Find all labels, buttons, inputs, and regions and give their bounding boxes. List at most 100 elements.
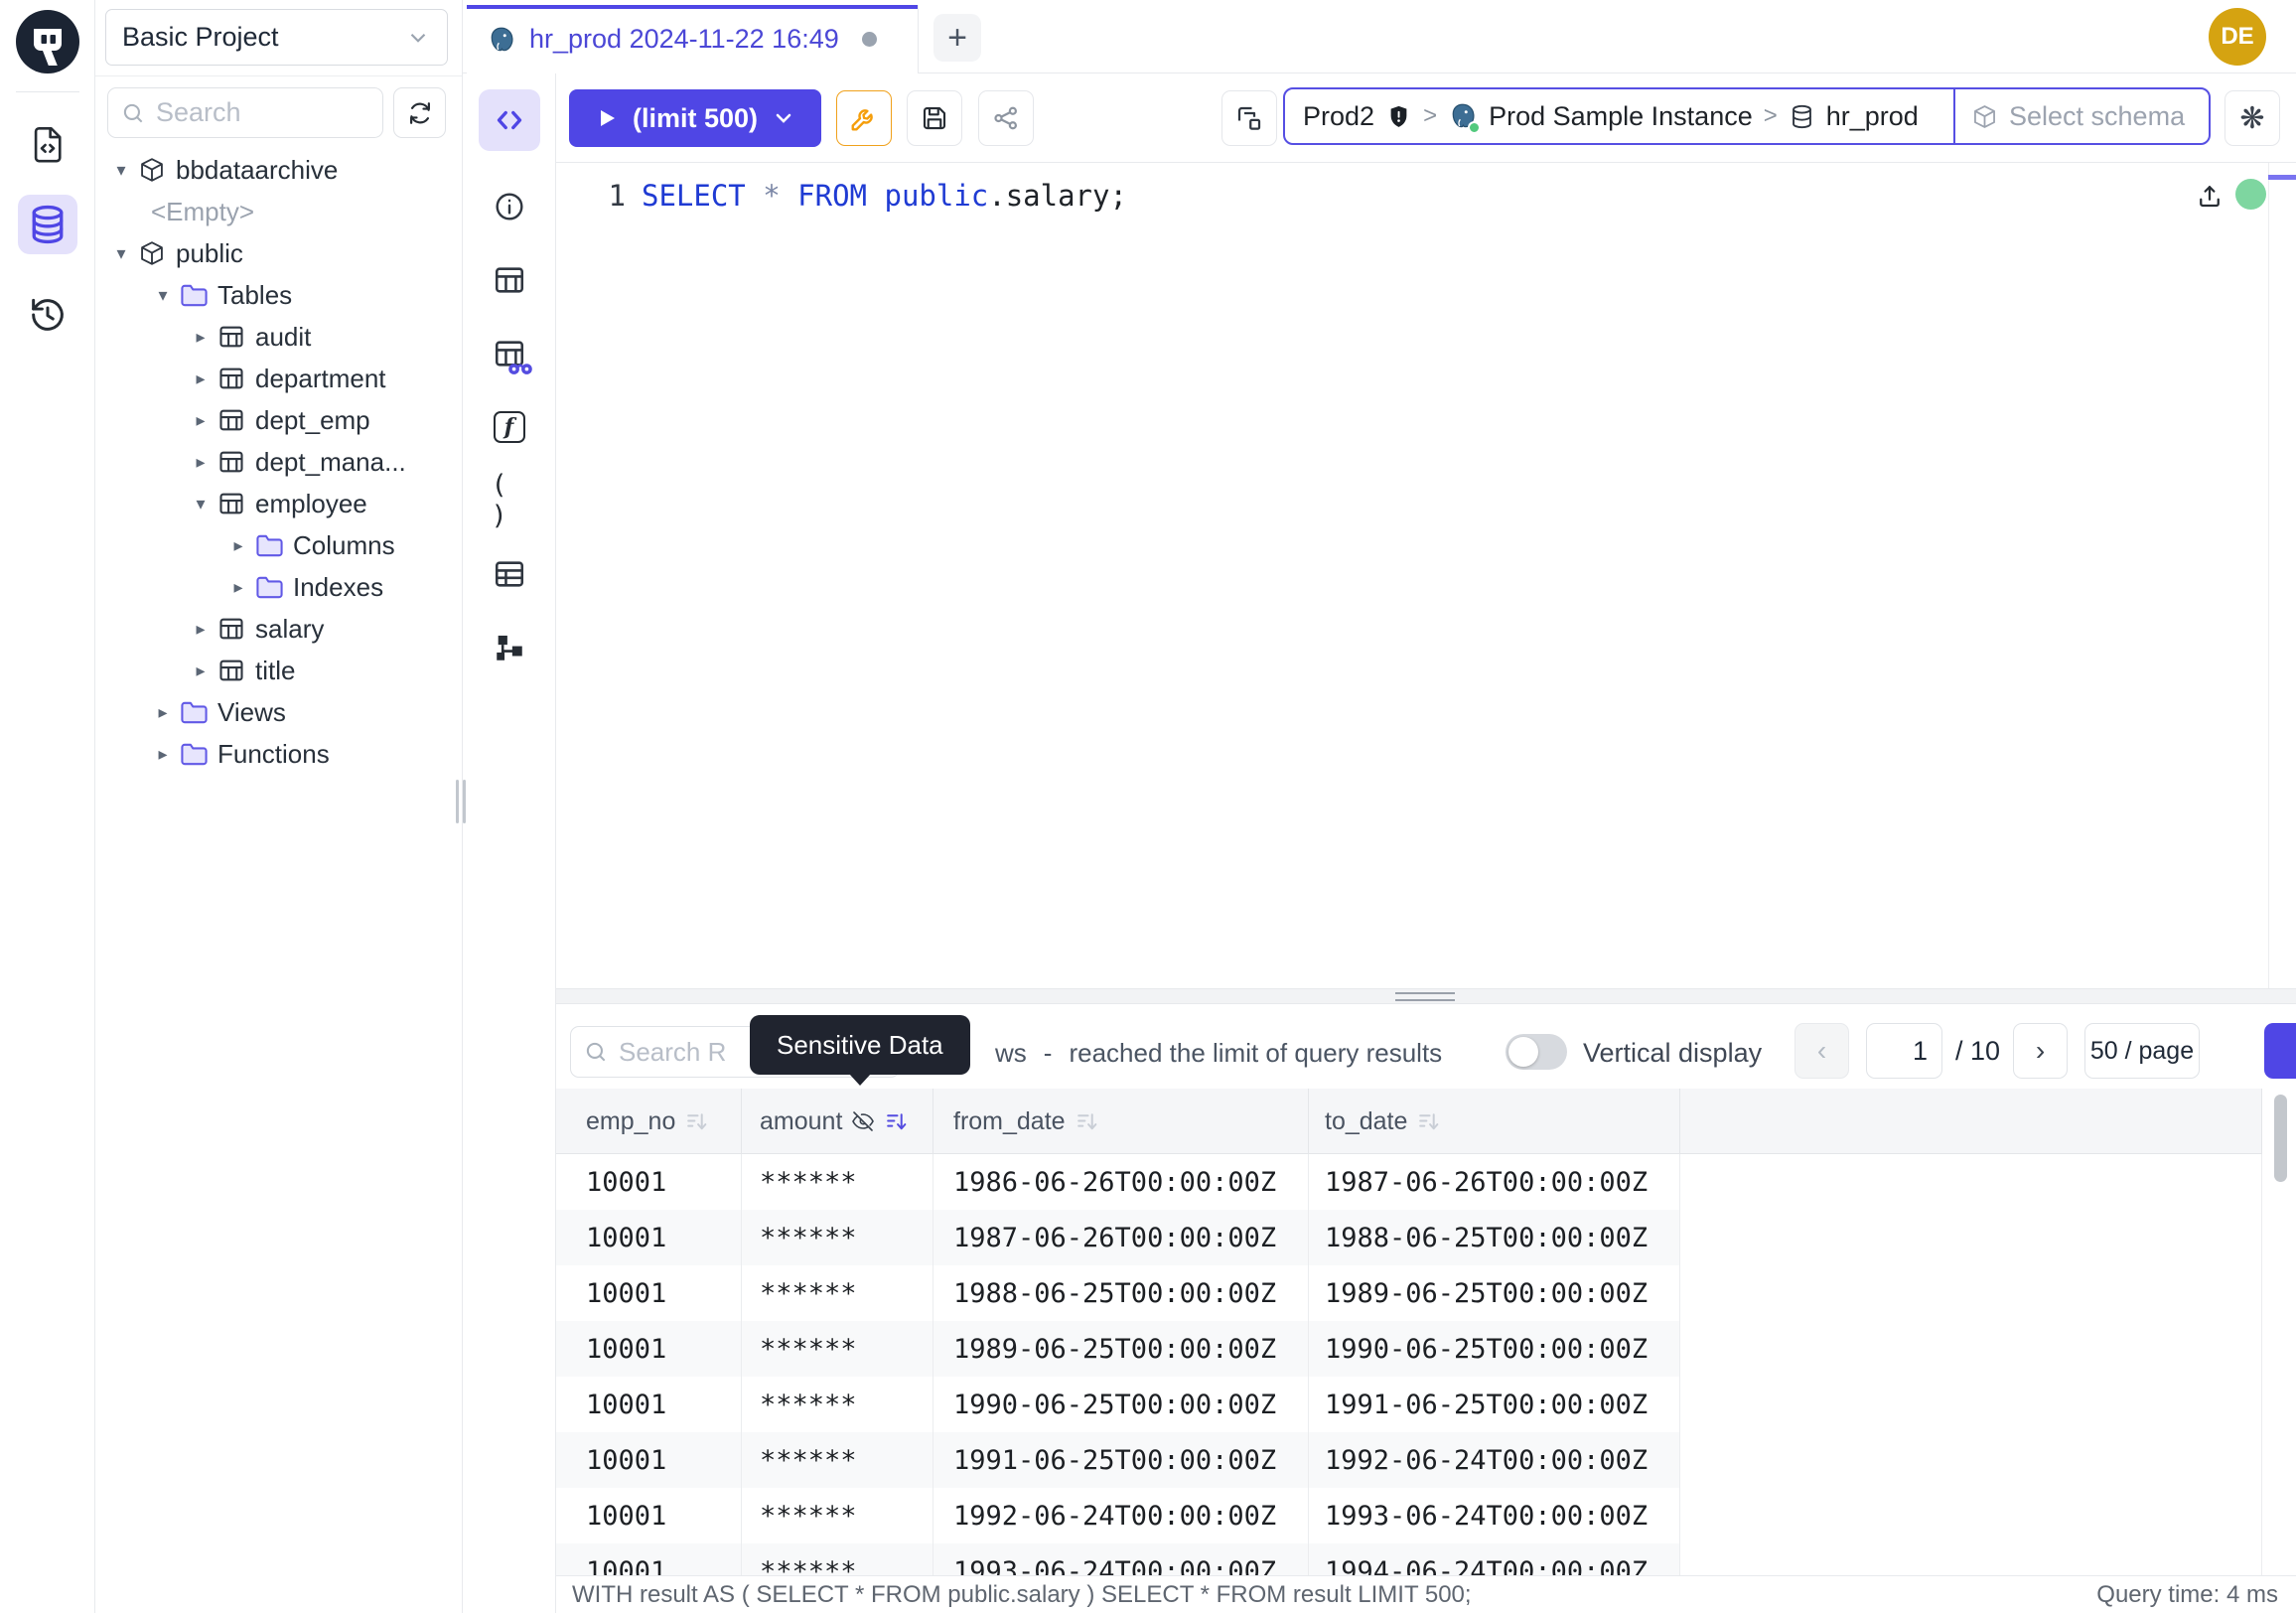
sidebar-search[interactable] (107, 87, 383, 138)
table-scrollbar[interactable] (2274, 1095, 2287, 1182)
chevron-down-icon[interactable]: ▾ (151, 285, 175, 306)
chevron-right-icon[interactable]: ▸ (226, 535, 250, 556)
sidebar-resize-handle[interactable] (456, 780, 468, 823)
chevron-right-icon[interactable]: ▸ (189, 619, 213, 640)
avatar[interactable]: DE (2209, 8, 2266, 66)
drag-handle-icon[interactable] (1395, 992, 1455, 1001)
table-data-icon[interactable] (492, 556, 527, 592)
sql-editor[interactable]: 1 SELECT * FROM public.salary; (556, 163, 2296, 988)
table-row[interactable]: 10001******1988-06-25T00:00:00Z1989-06-2… (556, 1265, 2262, 1321)
chevron-right-icon[interactable]: ▸ (151, 702, 175, 723)
tree-item-views[interactable]: ▸ Views (95, 691, 462, 733)
tree-item-salary[interactable]: ▸ salary (95, 608, 462, 650)
sidebar-divider (95, 75, 462, 76)
tree-item-tables[interactable]: ▾ Tables (95, 274, 462, 316)
sort-icon[interactable] (1075, 1109, 1099, 1134)
history-icon[interactable] (18, 285, 77, 345)
code-view-icon[interactable] (479, 89, 540, 151)
tree-item-bbdataarchive[interactable]: ▾ bbdataarchive (95, 149, 462, 191)
share-button[interactable] (978, 90, 1034, 146)
export-button[interactable] (2264, 1023, 2296, 1079)
select-schema-button[interactable]: Select schema (1953, 89, 2209, 143)
column-header-amount[interactable]: amount (742, 1089, 933, 1154)
tree-item-audit[interactable]: ▸ audit (95, 316, 462, 358)
worksheet-file-icon[interactable] (18, 114, 77, 174)
table-row[interactable]: 10001******1986-06-26T00:00:00Z1987-06-2… (556, 1154, 2262, 1210)
tree-item-employee[interactable]: ▾ employee (95, 483, 462, 524)
chevron-right-icon[interactable]: ▸ (189, 327, 213, 348)
info-icon[interactable] (492, 189, 527, 224)
current-page-input[interactable]: 1 (1866, 1023, 1942, 1079)
save-button[interactable] (907, 90, 962, 146)
chevron-down-icon[interactable]: ▾ (109, 243, 133, 264)
function-icon[interactable]: f (492, 409, 527, 445)
table-row[interactable]: 10001******1990-06-25T00:00:00Z1991-06-2… (556, 1377, 2262, 1432)
tree-item-department[interactable]: ▸ department (95, 358, 462, 399)
postgres-instance-icon (1448, 101, 1478, 131)
panel-splitter[interactable] (556, 988, 2296, 1004)
connection-context[interactable]: Prod2 > Prod Sample Instance > hr_prod (1285, 89, 1953, 143)
table-schema-icon[interactable] (492, 262, 527, 298)
column-header-to-date[interactable]: to_date (1309, 1089, 1680, 1154)
tree-item-label: Views (217, 697, 286, 728)
scroll-marker (2268, 175, 2296, 180)
table-row[interactable]: 10001******1993-06-24T00:00:00Z1994-06-2… (556, 1543, 2262, 1575)
format-sql-button[interactable] (1221, 90, 1277, 146)
tree-item-title[interactable]: ▸ title (95, 650, 462, 691)
app-logo-icon[interactable] (16, 10, 79, 73)
chevron-down-icon[interactable]: ▾ (109, 160, 133, 181)
tree-item-empty: <Empty> (95, 191, 462, 232)
new-tab-button[interactable]: + (933, 14, 981, 62)
chevron-down-icon[interactable] (772, 106, 795, 130)
prev-page-button[interactable]: ‹ (1794, 1023, 1849, 1079)
database-icon[interactable] (18, 195, 77, 254)
total-pages-label: / 10 (1955, 1036, 2000, 1067)
tab-title: hr_prod 2024-11-22 16:49 (529, 24, 839, 55)
vertical-display-toggle[interactable] (1506, 1034, 1567, 1070)
tree-item-label: <Empty> (151, 197, 254, 227)
table-row[interactable]: 10001******1989-06-25T00:00:00Z1990-06-2… (556, 1321, 2262, 1377)
folder-icon (179, 739, 209, 769)
tree-item-indexes[interactable]: ▸ Indexes (95, 566, 462, 608)
chevron-right-icon[interactable]: ▸ (226, 577, 250, 598)
table-row[interactable]: 10001******1992-06-24T00:00:00Z1993-06-2… (556, 1488, 2262, 1543)
run-query-button[interactable]: (limit 500) (569, 89, 821, 147)
project-selector[interactable]: Basic Project (105, 9, 448, 66)
chevron-right-icon[interactable]: ▸ (189, 410, 213, 431)
sql-schema: public (884, 179, 988, 213)
tree-item-columns[interactable]: ▸ Columns (95, 524, 462, 566)
chevron-down-icon[interactable]: ▾ (189, 494, 213, 514)
admin-wrench-button[interactable] (836, 90, 892, 146)
sidebar-search-input[interactable] (156, 97, 370, 128)
masked-table-icon[interactable] (492, 336, 527, 371)
table-row[interactable]: 10001******1991-06-25T00:00:00Z1992-06-2… (556, 1432, 2262, 1488)
ai-assistant-button[interactable]: ❋ (2224, 90, 2280, 146)
sort-icon[interactable] (1416, 1109, 1441, 1134)
environment-label: Prod2 (1303, 101, 1374, 132)
parentheses-icon[interactable]: ( ) (492, 483, 527, 518)
schema-diagram-icon[interactable] (492, 630, 527, 665)
tree-item-public[interactable]: ▾ public (95, 232, 462, 274)
chevron-right-icon[interactable]: ▸ (189, 368, 213, 389)
tree-item-label: Tables (217, 280, 292, 311)
tree-item-dept-emp[interactable]: ▸ dept_emp (95, 399, 462, 441)
column-header-from-date[interactable]: from_date (933, 1089, 1309, 1154)
chevron-right-icon[interactable]: ▸ (151, 744, 175, 765)
sort-icon[interactable] (684, 1109, 709, 1134)
connection-breadcrumb[interactable]: Prod2 > Prod Sample Instance > hr_prod S… (1283, 87, 2211, 145)
tree-item-dept-manager[interactable]: ▸ dept_mana... (95, 441, 462, 483)
page-size-select[interactable]: 50 / page (2084, 1023, 2200, 1079)
next-page-button[interactable]: › (2013, 1023, 2068, 1079)
tab-hr-prod[interactable]: hr_prod 2024-11-22 16:49 (467, 5, 919, 73)
chevron-right-icon[interactable]: ▸ (189, 452, 213, 473)
chevron-right-icon[interactable]: ▸ (189, 660, 213, 681)
results-panel: ws - reached the limit of query results … (556, 1004, 2296, 1575)
eye-off-icon[interactable] (851, 1109, 875, 1133)
refresh-button[interactable] (393, 87, 446, 138)
column-header-emp-no[interactable]: emp_no (556, 1089, 742, 1154)
sort-icon[interactable] (884, 1109, 909, 1134)
editor-scrollbar[interactable] (2268, 163, 2296, 988)
tree-item-functions[interactable]: ▸ Functions (95, 733, 462, 775)
upload-icon[interactable] (2195, 181, 2224, 211)
table-row[interactable]: 10001******1987-06-26T00:00:00Z1988-06-2… (556, 1210, 2262, 1265)
